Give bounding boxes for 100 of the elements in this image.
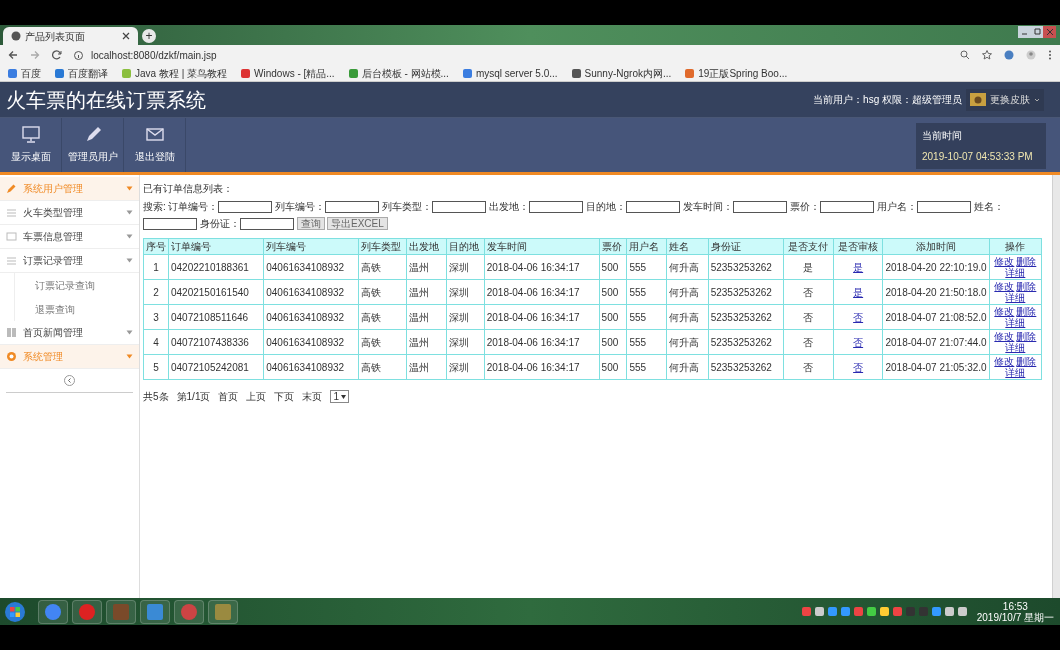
close-icon[interactable] <box>122 32 130 40</box>
table-cell: 温州 <box>406 329 447 355</box>
input-field[interactable] <box>819 200 874 213</box>
collapse-icon[interactable] <box>64 375 75 386</box>
table-cell: 555 <box>626 354 667 380</box>
table-cell: 500 <box>599 354 627 380</box>
caret-icon <box>1034 96 1040 103</box>
table-cell: 5 <box>143 354 169 380</box>
input-field[interactable] <box>324 200 379 213</box>
tab-title: 产品列表页面 <box>25 29 86 44</box>
pagination-link[interactable]: 末页 <box>302 389 323 404</box>
search-button[interactable]: 导出EXCEL <box>327 217 388 230</box>
action-link[interactable]: 修改 <box>994 256 1015 267</box>
bookmark-link[interactable]: mysql server 5.0... <box>462 65 558 81</box>
table-cell: 1 <box>143 254 169 280</box>
bookmark-link[interactable]: Sunny-Ngrok内网... <box>571 65 672 81</box>
back-arrow-icon[interactable] <box>8 50 18 60</box>
input-field[interactable] <box>625 200 680 213</box>
extension-icon[interactable] <box>1004 50 1014 60</box>
action-link[interactable]: 删除 <box>1016 356 1037 367</box>
table-cell: 04072105242081 <box>168 354 264 380</box>
window-controls-icon[interactable] <box>1018 26 1056 39</box>
bookmark-link[interactable]: 19正版Spring Boo... <box>685 65 788 81</box>
taskbar-clock[interactable]: 16:53 2019/10/7 星期一 <box>976 600 1054 623</box>
circle-app-icon <box>78 602 96 621</box>
column-header: 票价 <box>599 238 627 255</box>
bookmark-link[interactable]: 百度翻译 <box>55 65 108 81</box>
bookmark-link[interactable]: Windows - [精品... <box>241 65 335 81</box>
search-button[interactable]: 查询 <box>297 217 325 230</box>
column-header: 操作 <box>989 238 1042 255</box>
audit-link[interactable]: 是 <box>853 286 864 298</box>
input-field[interactable] <box>431 200 486 213</box>
toolbar-button[interactable]: 显示桌面 <box>0 118 62 172</box>
table-cell: 何升高 <box>666 279 709 305</box>
action-link[interactable]: 详细 <box>1005 267 1026 278</box>
sidebar-subitem[interactable]: 订票记录查询 <box>14 273 139 297</box>
table-cell: 2018-04-06 16:34:17 <box>484 254 600 280</box>
field-label: 列车编号： <box>274 200 325 214</box>
action-link[interactable]: 删除 <box>1016 281 1037 292</box>
audit-link[interactable]: 否 <box>853 361 864 373</box>
scrollbar[interactable] <box>1052 175 1060 598</box>
bookmark-link[interactable]: Java 教程 | 菜鸟教程 <box>122 65 228 81</box>
pagination-link[interactable]: 上页 <box>246 389 267 404</box>
action-link[interactable]: 删除 <box>1016 331 1037 342</box>
bookmark-link[interactable]: 后台模板 - 网站模... <box>348 65 449 81</box>
bookmark-favicon-icon <box>8 68 17 78</box>
action-link[interactable]: 删除 <box>1016 306 1037 317</box>
menu-icon[interactable] <box>1048 50 1052 60</box>
input-field[interactable] <box>143 217 197 230</box>
table-cell: 2018-04-07 21:05:32.0 <box>882 354 990 380</box>
table-cell: 温州 <box>406 304 447 330</box>
field-label: 发车时间： <box>682 200 733 214</box>
action-link[interactable]: 详细 <box>1005 292 1026 303</box>
action-link[interactable]: 修改 <box>994 306 1015 317</box>
action-link[interactable]: 详细 <box>1005 342 1026 353</box>
reload-icon[interactable] <box>52 50 62 60</box>
pagination-link[interactable]: 下页 <box>274 389 295 404</box>
skin-thumbnail-icon <box>970 93 986 106</box>
input-field[interactable] <box>732 200 787 213</box>
action-link[interactable]: 详细 <box>1005 367 1026 378</box>
profile-icon[interactable] <box>1026 50 1036 60</box>
table-cell: 500 <box>599 254 627 280</box>
input-field[interactable] <box>528 200 583 213</box>
dropdown-arrow-icon <box>126 210 133 215</box>
field-label: 订单编号： <box>167 200 218 214</box>
column-header: 出发地 <box>406 238 447 255</box>
new-tab-button[interactable]: + <box>142 29 156 43</box>
taskbar-button[interactable] <box>140 599 170 624</box>
browser-tab[interactable]: 产品列表页面 <box>3 27 138 45</box>
pagination-link[interactable]: 首页 <box>218 389 239 404</box>
audit-link[interactable]: 否 <box>853 311 864 323</box>
action-link[interactable]: 修改 <box>994 281 1015 292</box>
input-field[interactable] <box>916 200 971 213</box>
action-link[interactable]: 修改 <box>994 356 1015 367</box>
field-label: 出发地： <box>488 200 529 214</box>
taskbar-button[interactable] <box>208 599 238 624</box>
taskbar-button[interactable] <box>38 599 68 624</box>
bookmark-favicon-icon <box>462 68 472 78</box>
action-link[interactable]: 删除 <box>1016 256 1037 267</box>
dropdown-arrow-icon <box>126 186 133 191</box>
start-button-icon[interactable] <box>4 600 26 623</box>
input-field[interactable] <box>217 200 272 213</box>
audit-link[interactable]: 否 <box>853 336 864 348</box>
table-cell: 深圳 <box>446 354 485 380</box>
zoom-icon[interactable] <box>960 50 970 60</box>
audit-link[interactable]: 是 <box>853 261 864 273</box>
table-cell: 52353253262 <box>708 254 784 280</box>
table-cell: 04202210188361 <box>168 254 264 280</box>
page-select[interactable]: 1 <box>330 390 350 403</box>
action-link[interactable]: 详细 <box>1005 317 1026 328</box>
input-field[interactable] <box>240 217 294 230</box>
bookmark-link[interactable]: 百度 <box>8 65 41 81</box>
action-link[interactable]: 修改 <box>994 331 1015 342</box>
table-cell: 52353253262 <box>708 304 784 330</box>
square-app-icon <box>146 602 164 621</box>
skin-button[interactable]: 更换皮肤 <box>966 88 1044 111</box>
table-cell: 否 <box>783 329 834 355</box>
toolbar-button[interactable]: 管理员用户 <box>62 118 124 172</box>
toolbar-button[interactable]: 退出登陆 <box>124 118 186 172</box>
star-icon[interactable] <box>982 50 992 60</box>
